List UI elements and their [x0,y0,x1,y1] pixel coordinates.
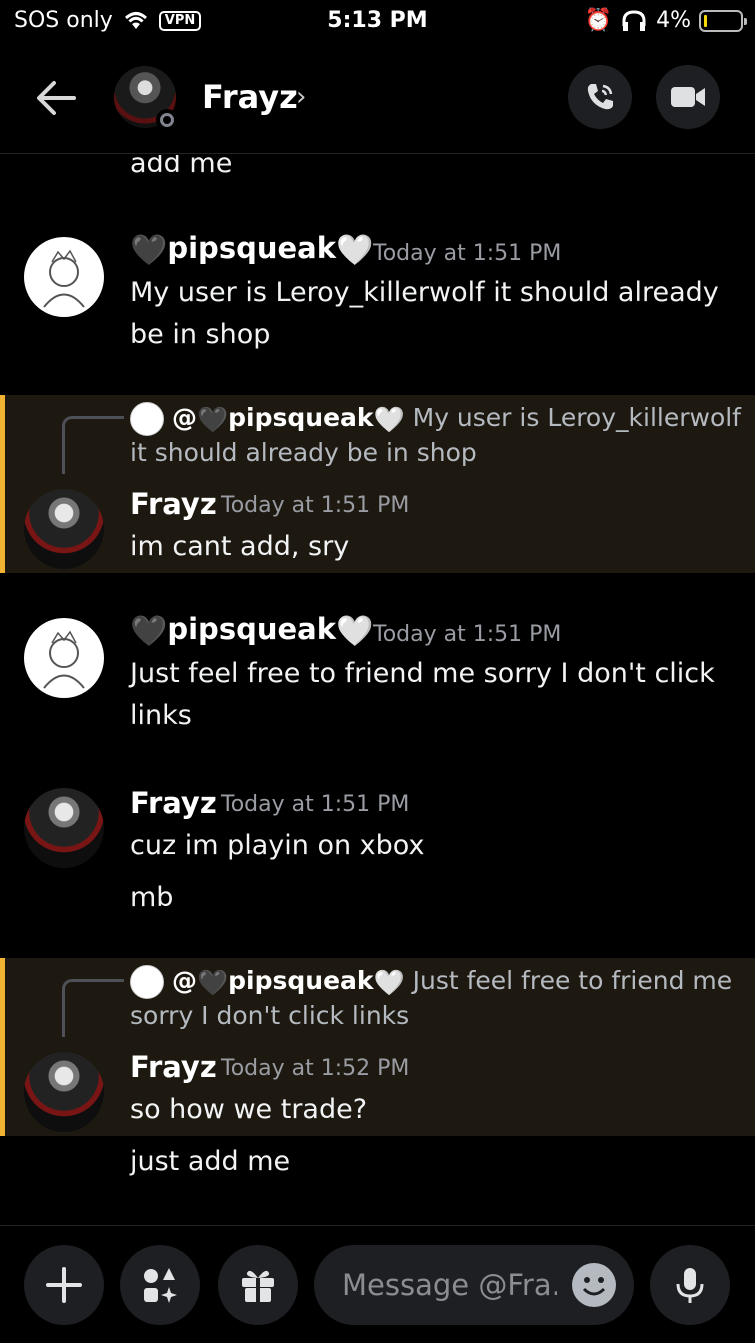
black-heart-icon: 🖤 [197,405,229,434]
avatar[interactable] [24,788,104,868]
sparkle-apps-icon [144,1268,177,1303]
message-input[interactable] [342,1263,557,1307]
reply-preview-text[interactable]: sorry I don't click links [130,1001,409,1030]
message-timestamp: Today at 1:52 PM [221,1056,410,1081]
message-author[interactable]: 🖤pipsqueak🤍 [130,231,373,268]
status-bar: SOS only VPN 5:13 PM ⏰ 4% [0,0,755,42]
avatar[interactable] [24,237,104,317]
back-arrow-icon[interactable] [34,78,78,118]
black-heart-icon: 🖤 [130,233,168,268]
video-camera-icon [671,87,705,107]
video-call-button[interactable] [656,65,720,129]
battery-icon [699,9,747,32]
headphones-icon [622,9,646,31]
message-composer [0,1225,755,1343]
reply-connector [62,979,124,1037]
message-author[interactable]: 🖤pipsqueak🤍 [130,612,373,649]
message-text: Just feel free to friend me sorry I don'… [130,658,715,689]
message-timestamp: Today at 1:51 PM [221,792,410,817]
offline-status-icon [156,109,178,131]
message-timestamp: Today at 1:51 PM [373,241,562,266]
message-text: so how we trade? [130,1094,368,1125]
message-input-container[interactable] [314,1245,634,1325]
reply-preview[interactable]: @🖤pipsqueak🤍 My user is Leroy_killerwolf [172,403,741,435]
message-text: be in shop [130,319,271,350]
voice-message-button[interactable] [650,1245,730,1325]
reply-avatar [130,965,164,999]
sketch-avatar-icon [43,249,85,308]
black-heart-icon: 🖤 [197,968,229,997]
avatar[interactable] [24,1052,104,1132]
reply-preview-text[interactable]: it should already be in shop [130,438,477,467]
message-text: just add me [130,1146,291,1177]
alarm-icon: ⏰ [584,8,613,33]
emoji-icon[interactable] [572,1263,616,1307]
message-text: cuz im playin on xbox [130,830,425,861]
avatar[interactable] [24,618,104,698]
phone-icon [587,84,613,110]
gift-button[interactable] [218,1245,298,1325]
chat-header: Frayz › [0,54,755,154]
battery-percent: 4% [656,8,691,33]
reply-connector [62,416,124,474]
message-text: mb [130,882,174,913]
message-timestamp: Today at 1:51 PM [221,493,410,518]
avatar[interactable] [24,489,104,569]
sketch-avatar-icon [43,630,85,689]
message-author[interactable]: Frayz [130,786,217,820]
add-attachment-button[interactable] [24,1245,104,1325]
message-text: My user is Leroy_killerwolf it should al… [130,277,719,308]
message-list[interactable]: add me 🖤pipsqueak🤍 Today at 1:51 PM My u… [0,155,755,1225]
reply-preview[interactable]: @🖤pipsqueak🤍 Just feel free to friend me [172,966,732,998]
message-text: add me [130,155,233,179]
message-text: links [130,700,192,731]
white-heart-icon: 🤍 [336,614,374,649]
plus-icon [46,1267,82,1303]
message-timestamp: Today at 1:51 PM [373,622,562,647]
black-heart-icon: 🖤 [130,614,168,649]
white-heart-icon: 🤍 [336,233,374,268]
message-author[interactable]: Frayz [130,487,217,521]
apps-button[interactable] [120,1245,200,1325]
microphone-icon [676,1268,704,1303]
white-heart-icon: 🤍 [373,968,405,997]
reply-avatar [130,402,164,436]
voice-call-button[interactable] [568,65,632,129]
message-text: im cant add, sry [130,531,350,562]
white-heart-icon: 🤍 [373,405,405,434]
gift-icon [242,1270,274,1302]
chevron-right-icon[interactable]: › [296,82,306,112]
message-author[interactable]: Frayz [130,1050,217,1084]
contact-name[interactable]: Frayz [202,78,298,116]
